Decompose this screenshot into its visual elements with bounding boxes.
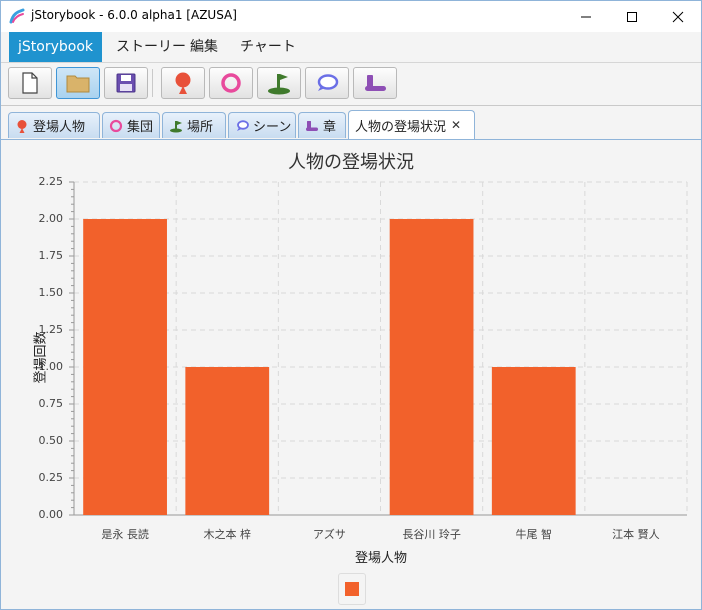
tab-label: シーン (253, 120, 292, 135)
open-folder-icon (66, 75, 90, 93)
new-scene-button[interactable] (305, 67, 349, 99)
tab-label: 場所 (187, 120, 214, 135)
bar (83, 219, 167, 515)
chart-panel: 人物の登場状況 0.00 0.25 0.50 0.75 1.00 1.25 1.50 1.75… (1, 140, 701, 609)
tab-characters[interactable]: 登場人物 (8, 112, 100, 138)
app-window: jStorybook - 6.0.0 alpha1 [AZUSA] jStory… (0, 0, 702, 610)
y-tick-label: 2.00 (38, 212, 64, 225)
maximize-button[interactable] (609, 1, 655, 32)
x-tick-label: 木之本 梓 (203, 528, 252, 541)
close-button[interactable] (655, 1, 701, 32)
place-flag-icon (170, 120, 182, 132)
x-tick-label: アズサ (312, 528, 346, 541)
minimize-button[interactable] (563, 1, 609, 32)
person-icon (175, 72, 191, 94)
group-ring-icon (109, 119, 123, 132)
y-axis-label: 登場回数 (33, 331, 49, 384)
legend-swatch (345, 582, 359, 596)
menu-jstorybook[interactable]: jStorybook (9, 32, 102, 62)
new-group-button[interactable] (209, 67, 253, 99)
legend (338, 573, 366, 605)
tab-close-icon[interactable]: ✕ (451, 118, 461, 132)
open-button[interactable] (56, 67, 100, 99)
y-tick-label: 0.00 (38, 508, 64, 521)
toolbar-separator (152, 69, 153, 97)
y-tick-label: 1.50 (38, 286, 64, 299)
tab-character-appearance[interactable]: 人物の登場状況 ✕ (348, 110, 475, 139)
tab-label: 集団 (127, 120, 154, 135)
x-tick-label: 江本 賢人 (612, 528, 660, 541)
window-title: jStorybook - 6.0.0 alpha1 [AZUSA] (31, 8, 237, 22)
save-button[interactable] (104, 67, 148, 99)
bar (389, 219, 474, 515)
app-logo-icon (9, 8, 25, 24)
y-tick-label: 0.25 (38, 471, 64, 484)
new-person-button[interactable] (161, 67, 205, 99)
toolbar (1, 63, 701, 106)
tab-chapters[interactable]: 章 (298, 112, 346, 138)
x-tick-label: 長谷川 玲子 (402, 528, 461, 541)
chapter-icon (365, 75, 386, 91)
y-tick-label: 1.75 (38, 249, 64, 262)
group-ring-icon (221, 73, 241, 93)
new-button[interactable] (8, 67, 52, 99)
menu-edit[interactable]: 編集 (181, 32, 227, 62)
close-icon (672, 11, 684, 22)
person-icon (17, 119, 27, 133)
tab-scenes[interactable]: シーン (228, 112, 296, 138)
y-tick-label: 0.50 (38, 434, 64, 447)
x-axis-label: 登場人物 (354, 551, 407, 566)
bar (185, 367, 270, 515)
tab-label: 登場人物 (33, 120, 86, 135)
bar (491, 367, 576, 515)
new-file-icon (22, 72, 38, 94)
scene-bubble-icon (237, 119, 249, 131)
tab-places[interactable]: 場所 (162, 112, 226, 138)
maximize-icon (627, 11, 637, 22)
title-bar: jStorybook - 6.0.0 alpha1 [AZUSA] (1, 1, 701, 32)
menu-bar: jStorybook ストーリー 編集 チャート (1, 32, 701, 63)
place-flag-icon (268, 74, 290, 95)
save-icon (116, 73, 136, 93)
scene-bubble-icon (317, 74, 339, 91)
new-chapter-button[interactable] (353, 67, 397, 99)
minimize-icon (581, 16, 591, 17)
chapter-icon (306, 120, 318, 131)
tab-label: 人物の登場状況 (355, 119, 447, 135)
y-tick-label: 0.75 (38, 397, 64, 410)
tab-bar: 登場人物 集団 場所 シーン 章 人物の登場状況 ✕ (1, 106, 701, 140)
x-tick-label: 是永 長読 (101, 528, 149, 541)
tab-groups[interactable]: 集団 (102, 112, 160, 138)
tab-label: 章 (323, 120, 337, 135)
menu-chart[interactable]: チャート (231, 32, 305, 62)
y-tick-label: 2.25 (38, 175, 64, 188)
new-place-button[interactable] (257, 67, 301, 99)
x-tick-label: 牛尾 智 (515, 528, 553, 541)
